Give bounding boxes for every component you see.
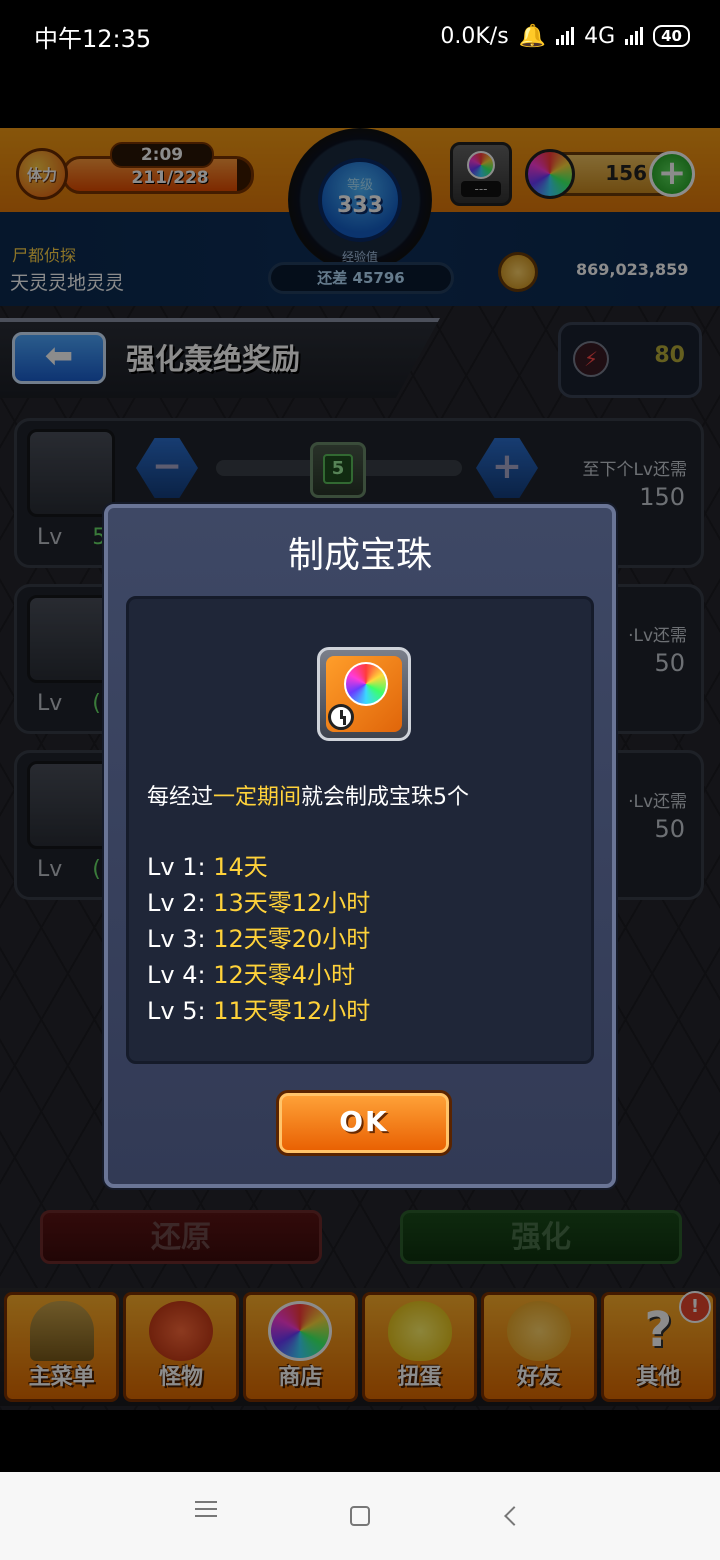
level-duration-row: Lv 2: 13天零12小时 <box>147 885 370 921</box>
level-duration-row: Lv 4: 12天零4小时 <box>147 957 370 993</box>
level-duration-list: Lv 1: 14天 Lv 2: 13天零12小时 Lv 3: 12天零20小时 … <box>147 849 370 1029</box>
orb-clock-icon <box>317 647 411 741</box>
level-duration-row: Lv 5: 11天零12小时 <box>147 993 370 1029</box>
signal-icon-2 <box>625 27 644 45</box>
orb-production-dialog: 制成宝珠 每经过一定期间就会制成宝珠5个 Lv 1: 14天 Lv 2: 13天… <box>104 504 616 1188</box>
back-icon[interactable] <box>494 1496 534 1536</box>
level-key: Lv 1: <box>147 853 206 881</box>
status-bar: 中午12:35 0.0K/s 🔔 4G 40 <box>0 0 720 72</box>
level-duration: 12天零20小时 <box>213 925 371 953</box>
game-screen: 体力 2:09 211/228 等级 333 经验值 还差 45796 --- … <box>0 128 720 1410</box>
level-duration-row: Lv 1: 14天 <box>147 849 370 885</box>
level-key: Lv 4: <box>147 961 206 989</box>
level-duration: 13天零12小时 <box>213 889 371 917</box>
level-key: Lv 2: <box>147 889 206 917</box>
ok-button[interactable]: OK <box>276 1090 452 1156</box>
dialog-content: 每经过一定期间就会制成宝珠5个 Lv 1: 14天 Lv 2: 13天零12小时… <box>126 596 594 1064</box>
system-nav-bar <box>0 1472 720 1560</box>
signal-icon <box>556 27 575 45</box>
dialog-description: 每经过一定期间就会制成宝珠5个 <box>147 779 469 811</box>
clock-icon <box>328 704 354 730</box>
bell-icon: 🔔 <box>518 23 547 49</box>
status-icons: 0.0K/s 🔔 4G 40 <box>440 24 690 49</box>
level-duration: 11天零12小时 <box>213 997 371 1025</box>
home-icon[interactable] <box>340 1496 380 1536</box>
dialog-title: 制成宝珠 <box>287 535 432 576</box>
level-duration: 14天 <box>213 853 268 881</box>
desc-highlight: 一定期间 <box>213 785 302 810</box>
level-key: Lv 3: <box>147 925 206 953</box>
level-key: Lv 5: <box>147 997 206 1025</box>
net-speed: 0.0K/s <box>440 23 509 49</box>
network-type: 4G <box>584 23 616 49</box>
status-time: 中午12:35 <box>34 24 152 53</box>
rainbow-orb-icon <box>344 662 388 706</box>
recents-icon[interactable] <box>186 1496 226 1536</box>
level-duration: 12天零4小时 <box>213 961 356 989</box>
level-duration-row: Lv 3: 12天零20小时 <box>147 921 370 957</box>
desc-prefix: 每经过 <box>147 785 214 810</box>
desc-suffix: 就会制成宝珠5个 <box>301 785 470 810</box>
battery-icon: 40 <box>653 25 690 47</box>
